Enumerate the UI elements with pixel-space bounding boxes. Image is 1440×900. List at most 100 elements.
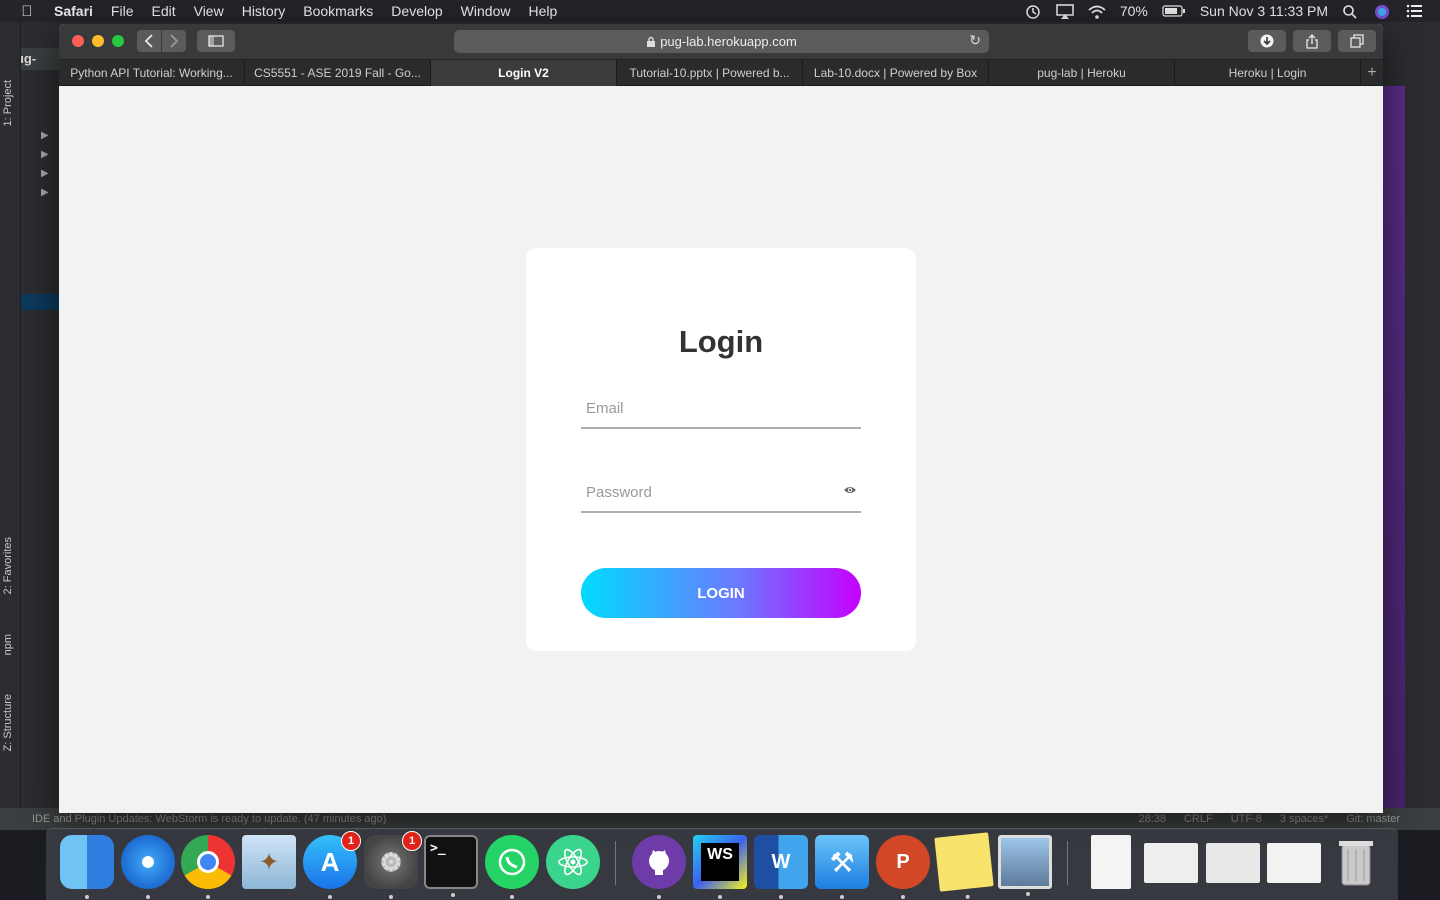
login-card: Login LOGIN bbox=[526, 248, 916, 651]
running-indicator bbox=[779, 895, 783, 899]
running-indicator bbox=[901, 895, 905, 899]
tree-expand-icon[interactable]: ▶ bbox=[41, 187, 49, 198]
safari-icon[interactable] bbox=[121, 835, 175, 899]
wifi-icon[interactable] bbox=[1088, 4, 1106, 19]
safari-window-thumbnail-icon[interactable] bbox=[1144, 843, 1198, 883]
tabs-icon bbox=[1350, 34, 1364, 48]
eye-icon[interactable] bbox=[843, 483, 857, 497]
notification-center-icon[interactable] bbox=[1406, 4, 1424, 18]
vtab-project[interactable]: 1: Project bbox=[2, 80, 18, 126]
vtab-favorites[interactable]: 2: Favorites bbox=[2, 537, 18, 594]
trash-icon[interactable] bbox=[1329, 835, 1383, 889]
reload-icon[interactable]: ↻ bbox=[969, 32, 981, 49]
powerpoint-icon[interactable]: P bbox=[876, 835, 930, 899]
octocat-icon bbox=[649, 850, 669, 875]
chrome-icon[interactable] bbox=[181, 835, 235, 899]
tree-selected-row[interactable] bbox=[21, 294, 61, 310]
time-machine-icon[interactable] bbox=[1024, 4, 1042, 19]
running-indicator bbox=[965, 894, 970, 900]
apple-menu-icon[interactable]:  bbox=[0, 3, 54, 20]
share-icon bbox=[1306, 33, 1318, 49]
webstorm-icon[interactable]: WS bbox=[693, 835, 747, 899]
menu-app-name[interactable]: Safari bbox=[54, 3, 102, 19]
whatsapp-icon[interactable] bbox=[485, 835, 539, 899]
trash-can-icon bbox=[1339, 841, 1373, 886]
tab-heroku-login[interactable]: Heroku | Login bbox=[1175, 60, 1361, 86]
app-store-badge: 1 bbox=[341, 831, 361, 851]
system-preferences-icon[interactable]: ⚙ 1 bbox=[364, 831, 422, 899]
menu-file[interactable]: File bbox=[102, 3, 143, 19]
menu-clock[interactable]: Sun Nov 3 11:33 PM bbox=[1200, 3, 1328, 19]
minimize-window-button[interactable] bbox=[92, 35, 104, 47]
download-icon bbox=[1260, 34, 1274, 48]
terminal-icon[interactable]: >_ bbox=[424, 835, 478, 897]
app-store-a-icon: A bbox=[320, 846, 340, 877]
tab-tutorial-10[interactable]: Tutorial-10.pptx | Powered b... bbox=[617, 60, 803, 86]
siri-icon[interactable] bbox=[1374, 4, 1392, 19]
sidebar-icon bbox=[208, 35, 224, 47]
menu-view[interactable]: View bbox=[185, 3, 233, 19]
menu-develop[interactable]: Develop bbox=[382, 3, 451, 19]
menu-edit[interactable]: Edit bbox=[142, 3, 184, 19]
tree-expand-icon[interactable]: ▶ bbox=[41, 130, 49, 141]
menu-window[interactable]: Window bbox=[452, 3, 520, 19]
running-indicator bbox=[451, 893, 455, 897]
spotlight-search-icon[interactable] bbox=[1342, 4, 1360, 19]
dock-separator bbox=[1067, 841, 1068, 885]
running-indicator bbox=[657, 895, 661, 899]
safari-window-thumbnail-icon[interactable] bbox=[1206, 843, 1260, 883]
login-button[interactable]: LOGIN bbox=[581, 568, 861, 618]
tab-overview-button[interactable] bbox=[1338, 30, 1376, 52]
new-tab-button[interactable]: + bbox=[1361, 60, 1383, 86]
github-desktop-icon[interactable] bbox=[632, 835, 686, 899]
email-input[interactable] bbox=[581, 389, 861, 427]
running-indicator bbox=[206, 895, 210, 899]
login-title: Login bbox=[678, 324, 764, 359]
powerpoint-logo: P bbox=[896, 850, 910, 873]
sidebar-toggle-button[interactable] bbox=[197, 30, 235, 52]
mail-icon[interactable]: ✦ bbox=[242, 835, 296, 889]
app-store-icon[interactable]: A 1 bbox=[303, 831, 361, 899]
terminal-prompt: >_ bbox=[430, 841, 446, 856]
address-bar[interactable]: pug-lab.herokuapp.com ↻ bbox=[454, 30, 989, 53]
stickies-icon[interactable] bbox=[934, 832, 994, 900]
menu-history[interactable]: History bbox=[233, 3, 295, 19]
address-bar-url: pug-lab.herokuapp.com bbox=[660, 34, 797, 49]
tab-python-api-tutorial[interactable]: Python API Tutorial: Working... bbox=[59, 60, 245, 86]
tab-lab-10[interactable]: Lab-10.docx | Powered by Box bbox=[803, 60, 989, 86]
ide-left-toolbar: 1: Project 2: Favorites npm Z: Structure bbox=[0, 22, 21, 830]
menu-bookmarks[interactable]: Bookmarks bbox=[294, 3, 382, 19]
airplay-icon[interactable] bbox=[1056, 4, 1074, 19]
menu-help[interactable]: Help bbox=[519, 3, 566, 19]
finder-icon[interactable] bbox=[60, 835, 114, 899]
share-button[interactable] bbox=[1293, 30, 1331, 52]
preview-icon[interactable] bbox=[998, 835, 1052, 896]
vtab-npm[interactable]: npm bbox=[2, 634, 18, 655]
downloads-button[interactable] bbox=[1248, 30, 1286, 52]
running-indicator bbox=[328, 895, 332, 899]
password-input[interactable] bbox=[581, 473, 861, 511]
document-thumbnail-icon[interactable] bbox=[1091, 835, 1131, 889]
safari-window-thumbnail-icon[interactable] bbox=[1267, 843, 1321, 883]
tree-expand-icon[interactable]: ▶ bbox=[41, 168, 49, 179]
tab-pug-lab-heroku[interactable]: pug-lab | Heroku bbox=[989, 60, 1175, 86]
atom-icon[interactable] bbox=[546, 835, 600, 889]
tab-cs5551-ase[interactable]: CS5551 - ASE 2019 Fall - Go... bbox=[245, 60, 431, 86]
phone-icon bbox=[498, 848, 526, 876]
running-indicator bbox=[146, 895, 150, 899]
tab-login-v2[interactable]: Login V2 bbox=[431, 60, 617, 86]
zoom-window-button[interactable] bbox=[112, 35, 124, 47]
macos-menu-bar:  Safari File Edit View History Bookmark… bbox=[0, 0, 1440, 22]
back-button[interactable] bbox=[137, 30, 161, 52]
close-window-button[interactable] bbox=[72, 35, 84, 47]
forward-button[interactable] bbox=[162, 30, 186, 52]
xcode-icon[interactable]: ⚒ bbox=[815, 835, 869, 899]
running-indicator bbox=[389, 895, 393, 899]
lock-icon bbox=[647, 36, 656, 47]
word-icon[interactable]: W bbox=[754, 835, 808, 899]
tree-expand-icon[interactable]: ▶ bbox=[41, 149, 49, 160]
password-field-wrapper bbox=[581, 473, 861, 513]
vtab-structure[interactable]: Z: Structure bbox=[2, 694, 18, 751]
battery-icon[interactable] bbox=[1162, 4, 1186, 18]
safari-window: pug-lab.herokuapp.com ↻ Python API Tutor… bbox=[59, 24, 1383, 813]
